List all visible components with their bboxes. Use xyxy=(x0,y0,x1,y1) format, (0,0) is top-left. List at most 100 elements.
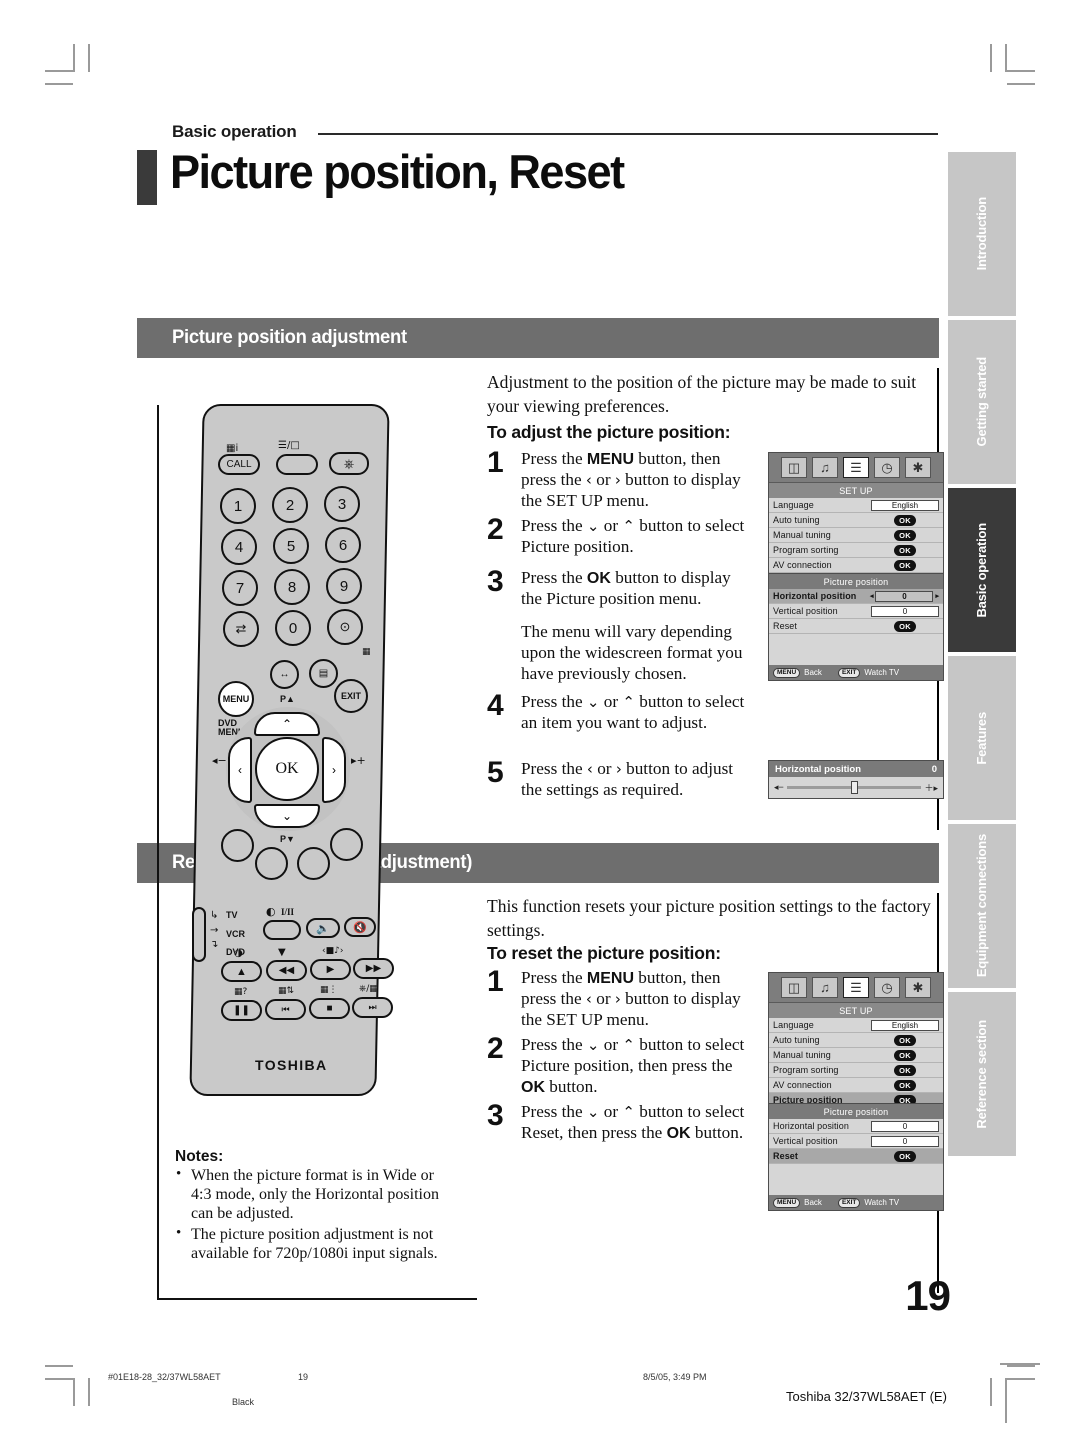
right-arrow-icon[interactable]: ▸ xyxy=(935,592,939,600)
number-button-1[interactable]: 1 xyxy=(220,488,256,524)
osd-row-program-sorting[interactable]: Program sorting OK xyxy=(769,543,943,558)
number-button-2[interactable]: 2 xyxy=(272,487,308,523)
osd-row-vertical-position[interactable]: Vertical position 0 xyxy=(769,1134,943,1149)
color-key-blue[interactable] xyxy=(330,828,363,861)
picture-format-button[interactable]: ↔ xyxy=(270,660,299,689)
exit-button[interactable]: EXIT xyxy=(334,679,368,713)
tab-introduction[interactable]: Introduction xyxy=(948,152,1016,316)
ok-badge[interactable]: OK xyxy=(894,1049,916,1061)
osd-row-language[interactable]: Language English xyxy=(769,498,943,513)
timer-icon[interactable]: ◷ xyxy=(874,457,900,478)
ok-badge[interactable]: OK xyxy=(894,529,916,541)
osd-row-auto-tuning[interactable]: Auto tuning OK xyxy=(769,1033,943,1048)
osd-row-horizontal-position[interactable]: Horizontal position 0 xyxy=(769,1119,943,1134)
ok-badge[interactable]: OK xyxy=(894,514,916,526)
number-button-4[interactable]: 4 xyxy=(221,529,257,565)
stop-button[interactable]: ■ xyxy=(309,998,350,1019)
step-number: 1 xyxy=(487,446,504,479)
tools-icon[interactable]: ✱ xyxy=(905,457,931,478)
number-button-6[interactable]: 6 xyxy=(325,527,361,563)
menu-key-badge[interactable]: MENU xyxy=(773,667,801,678)
osd-row-reset[interactable]: Reset OK xyxy=(769,1149,943,1164)
notes-list: When the picture format is in Wide or 4:… xyxy=(176,1165,458,1264)
tools-icon[interactable]: ✱ xyxy=(905,977,931,998)
slider-track[interactable] xyxy=(786,781,922,794)
left-arrow-icon[interactable]: ◂ xyxy=(870,592,874,600)
mode-selector-slider[interactable] xyxy=(192,907,206,962)
pause-button[interactable]: ❚❚ xyxy=(221,1000,262,1021)
color-key-red[interactable] xyxy=(221,829,254,862)
tab-getting-started[interactable]: Getting started xyxy=(948,320,1016,484)
ok-button[interactable]: OK xyxy=(255,737,319,801)
setup-icon[interactable]: ☰ xyxy=(843,457,869,478)
osd-row-horizontal-position[interactable]: Horizontal position ◂ 0 ▸ xyxy=(769,589,943,604)
osd-row-reset[interactable]: Reset OK xyxy=(769,619,943,634)
dpad-right-button[interactable]: › xyxy=(322,737,346,803)
osd-row-vertical-position[interactable]: Vertical position 0 xyxy=(769,604,943,619)
ok-badge[interactable]: OK xyxy=(894,1034,916,1046)
menu-button[interactable]: MENU xyxy=(218,681,254,717)
widescreen-button[interactable]: ▤ xyxy=(309,659,338,688)
picture-icon[interactable]: ◫ xyxy=(781,457,807,478)
dpad-up-button[interactable]: ⌃ xyxy=(254,712,320,736)
number-button-3[interactable]: 3 xyxy=(324,486,360,522)
osd-row-manual-tuning[interactable]: Manual tuning OK xyxy=(769,528,943,543)
picture-icon[interactable]: ◫ xyxy=(781,977,807,998)
tab-reference-section[interactable]: Reference section xyxy=(948,992,1016,1156)
input-source-button[interactable]: ⊙ xyxy=(327,609,363,645)
next-track-button[interactable]: ⏭ xyxy=(352,997,393,1018)
channel-return-button[interactable]: ⇄ xyxy=(223,611,259,647)
slider-minus-icon[interactable]: ◂− xyxy=(774,782,784,793)
ok-badge[interactable]: OK xyxy=(894,1150,916,1162)
eject-button[interactable]: ▲ xyxy=(221,961,262,982)
teletext-button[interactable] xyxy=(276,454,318,475)
mute-button[interactable]: 🔇 xyxy=(344,917,376,937)
osd-row-manual-tuning[interactable]: Manual tuning OK xyxy=(769,1048,943,1063)
play-button[interactable]: ▶ xyxy=(310,959,351,980)
ok-badge[interactable]: OK xyxy=(894,1064,916,1076)
ok-badge[interactable]: OK xyxy=(894,1079,916,1091)
previous-track-button[interactable]: ⏮ xyxy=(265,999,306,1020)
number-button-5[interactable]: 5 xyxy=(273,528,309,564)
power-button[interactable]: ⎈ xyxy=(329,452,369,475)
dpad-left-button[interactable]: ‹ xyxy=(228,737,252,803)
number-button-9[interactable]: 9 xyxy=(326,568,362,604)
osd-empty-space xyxy=(769,634,943,665)
osd-slider-track-row[interactable]: ◂− ＋▸ xyxy=(769,777,943,798)
call-button[interactable]: CALL xyxy=(218,454,260,475)
menu-key-action: Back xyxy=(804,1198,822,1207)
sound-icon[interactable]: ♫ xyxy=(812,457,838,478)
osd-row-auto-tuning[interactable]: Auto tuning OK xyxy=(769,513,943,528)
ok-badge[interactable]: OK xyxy=(894,620,916,632)
setup-icon[interactable]: ☰ xyxy=(843,977,869,998)
dpad-down-button[interactable]: ⌄ xyxy=(254,804,320,828)
osd-row-program-sorting[interactable]: Program sorting OK xyxy=(769,1063,943,1078)
ok-badge[interactable]: OK xyxy=(894,544,916,556)
sound-effect-button[interactable]: 🔈 xyxy=(306,918,340,938)
step-number: 3 xyxy=(487,565,504,598)
menu-key-badge[interactable]: MENU xyxy=(773,1197,801,1208)
slider-knob[interactable] xyxy=(851,781,859,794)
osd-row-language[interactable]: Language English xyxy=(769,1018,943,1033)
timer-icon[interactable]: ◷ xyxy=(874,977,900,998)
ok-badge[interactable]: OK xyxy=(894,559,916,571)
osd-row-av-connection[interactable]: AV connection OK xyxy=(769,1078,943,1093)
number-button-7[interactable]: 7 xyxy=(222,570,258,606)
sound-icon[interactable]: ♫ xyxy=(812,977,838,998)
osd-picture-position-menu-b: Picture position Horizontal position 0 V… xyxy=(768,1103,944,1211)
osd-row-av-connection[interactable]: AV connection OK xyxy=(769,558,943,573)
exit-key-badge[interactable]: EXIT xyxy=(837,1197,861,1208)
exit-key-badge[interactable]: EXIT xyxy=(837,667,861,678)
stereo-button[interactable] xyxy=(263,920,301,940)
fast-forward-button[interactable]: ▶▶ xyxy=(353,958,394,979)
tab-equipment-connections[interactable]: Equipment connections xyxy=(948,824,1016,988)
rewind-button[interactable]: ◀◀ xyxy=(266,960,307,981)
color-key-green[interactable] xyxy=(255,847,288,880)
number-button-8[interactable]: 8 xyxy=(274,569,310,605)
tab-basic-operation[interactable]: Basic operation xyxy=(948,488,1016,652)
osd-title: Picture position xyxy=(769,1104,943,1119)
color-key-yellow[interactable] xyxy=(297,847,330,880)
number-button-0[interactable]: 0 xyxy=(275,610,311,646)
tab-features[interactable]: Features xyxy=(948,656,1016,820)
slider-plus-icon[interactable]: ＋▸ xyxy=(924,781,938,794)
